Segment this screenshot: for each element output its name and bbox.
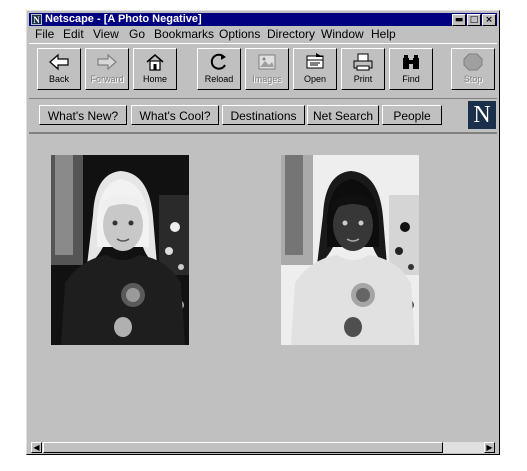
title-bar[interactable]: N Netscape - [A Photo Negative] ▬ □ × [29,13,497,26]
menu-options[interactable]: Options [219,27,260,42]
back-arrow-icon [49,53,69,71]
navigation-toolbar: Back Forward Home Reload Images Open Pri… [29,43,497,99]
find-icon [403,55,419,69]
menu-edit[interactable]: Edit [63,27,84,42]
forward-arrow-icon [97,53,117,71]
destinations-button[interactable]: Destinations [222,105,305,125]
scroll-right-arrow-icon[interactable]: ▶ [484,442,495,453]
menu-view[interactable]: View [93,27,119,42]
reload-button[interactable]: Reload [197,48,241,90]
negative-photo [281,155,419,345]
horizontal-scrollbar[interactable]: ◀ ▶ [31,442,495,453]
menu-directory[interactable]: Directory [267,27,315,42]
svg-text:N: N [33,15,40,25]
print-label: Print [353,74,373,84]
netscape-app-icon[interactable]: N [31,14,42,25]
menu-window[interactable]: Window [321,27,364,42]
maximize-button[interactable]: □ [467,14,481,26]
original-photo [51,155,189,345]
whats-new-button[interactable]: What's New? [39,105,127,125]
whats-cool-button[interactable]: What's Cool? [131,105,219,125]
home-icon [146,54,164,71]
menu-bookmarks[interactable]: Bookmarks [154,27,214,42]
home-button[interactable]: Home [133,48,177,90]
stop-icon [463,53,483,71]
find-label: Find [402,74,420,84]
stop-label: Stop [463,74,483,84]
reload-label: Reload [204,74,234,84]
open-button[interactable]: Open [293,48,337,90]
menu-bar: File Edit View Go Bookmarks Options Dire… [29,27,497,42]
browser-window: N Netscape - [A Photo Negative] ▬ □ × Fi… [26,10,500,455]
back-button[interactable]: Back [37,48,81,90]
images-icon [258,54,276,70]
stop-button[interactable]: Stop [451,48,495,90]
images-label: Images [252,74,282,84]
print-button[interactable]: Print [341,48,385,90]
open-icon [306,53,324,69]
menu-file[interactable]: File [35,27,54,42]
window-controls: ▬ □ × [451,14,496,26]
menu-go[interactable]: Go [129,27,145,42]
scroll-left-arrow-icon[interactable]: ◀ [31,442,42,453]
forward-button[interactable]: Forward [85,48,129,90]
print-icon [353,53,373,71]
directory-bar: What's New? What's Cool? Destinations Ne… [29,98,497,133]
window-title: Netscape - [A Photo Negative] [45,13,202,25]
close-button[interactable]: × [482,14,496,26]
scrollbar-thumb[interactable] [43,442,443,453]
menu-help[interactable]: Help [371,27,396,42]
people-button[interactable]: People [382,105,442,125]
netscape-logo[interactable]: N [468,101,496,129]
forward-label: Forward [90,74,124,84]
home-label: Home [142,74,167,84]
reload-icon [210,53,226,70]
page-content [29,133,497,441]
images-button[interactable]: Images [245,48,289,90]
back-label: Back [48,74,69,84]
minimize-button[interactable]: ▬ [452,14,466,26]
net-search-button[interactable]: Net Search [307,105,379,125]
open-label: Open [303,74,327,84]
find-button[interactable]: Find [389,48,433,90]
